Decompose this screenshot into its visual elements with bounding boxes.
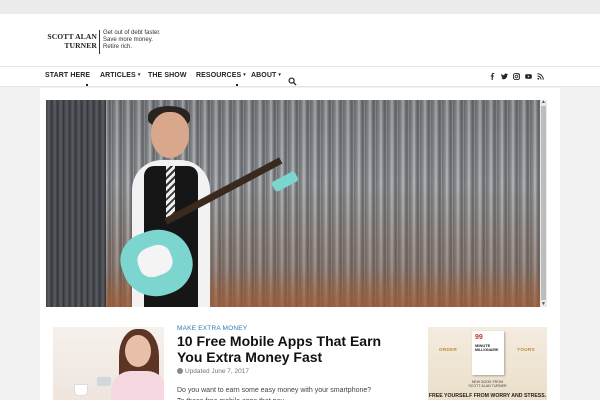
person-tie (166, 166, 175, 218)
book-number: 99 (475, 334, 483, 341)
submenu-indicator (236, 84, 238, 86)
ad-new-book-text: NEW BOOK FROM SCOTT ALAN TURNER (428, 380, 547, 388)
book-ad-banner[interactable]: ORDER YOURS 99 MINUTE MILLIONAIRE NEW BO… (428, 327, 547, 400)
post-title-link[interactable]: 10 Free Mobile Apps That Earn You Extra … (177, 333, 402, 365)
ad-yours-label: YOURS (517, 347, 535, 352)
facebook-icon[interactable] (488, 72, 496, 80)
scrollbar-thumb[interactable] (541, 106, 546, 300)
thumb-body (111, 371, 164, 400)
top-strip (0, 0, 600, 14)
scroll-up-icon[interactable]: ▲ (541, 100, 546, 105)
site-logo[interactable]: SCOTT ALAN TURNER Get out of debt faster… (41, 30, 161, 56)
logo-divider (99, 30, 100, 54)
nav-item-label: THE SHOW (148, 72, 187, 79)
ad-headline: FREE YOURSELF FROM WORRY AND STRESS. (428, 393, 547, 399)
post-category-link[interactable]: MAKE EXTRA MONEY (177, 325, 247, 332)
post-date: June 7, 2017 (211, 368, 249, 375)
nav-item-the-show[interactable]: THE SHOW (148, 72, 187, 79)
search-icon[interactable] (288, 73, 297, 86)
scroll-down-icon[interactable]: ▼ (541, 302, 546, 307)
instagram-icon[interactable] (512, 72, 520, 80)
nav-item-label: RESOURCES (196, 72, 242, 79)
person-head (151, 112, 189, 158)
caret-down-icon: ▼ (136, 72, 142, 77)
book-cover: 99 MINUTE MILLIONAIRE (472, 331, 504, 375)
main-nav: START HERE ARTICLES▼ THE SHOW RESOURCES▼… (0, 66, 600, 87)
nav-item-label: ARTICLES (100, 72, 136, 79)
nav-item-about[interactable]: ABOUT▼ (251, 72, 282, 79)
post-meta: Updated June 7, 2017 (177, 368, 249, 375)
youtube-icon[interactable] (524, 72, 532, 80)
thumb-cup (75, 385, 87, 395)
post-meta-label: Updated (185, 368, 210, 375)
clock-icon (177, 368, 183, 374)
nav-item-label: ABOUT (251, 72, 277, 79)
nav-item-label: START HERE (45, 72, 91, 79)
tagline-line3: Retire rich. (103, 44, 133, 51)
post-thumbnail[interactable] (53, 327, 164, 400)
site-header: SCOTT ALAN TURNER Get out of debt faster… (0, 14, 600, 66)
logo-tagline: Get out of debt faster. Save more money.… (103, 30, 173, 52)
content-area: ▲ ▼ MAKE EXTRA MONEY 10 Free Mobile Apps… (40, 88, 560, 400)
ad-order-label: ORDER (439, 347, 458, 352)
hero-shed-shadow (46, 100, 106, 307)
post-excerpt: Do you want to earn some easy money with… (177, 387, 372, 400)
guitar-headstock (270, 170, 300, 193)
logo-name-line2: TURNER (64, 41, 97, 50)
book-word-millionaire: MILLIONAIRE (475, 348, 499, 352)
caret-down-icon: ▼ (242, 72, 247, 77)
logo-name: SCOTT ALAN TURNER (41, 32, 97, 50)
hero-image[interactable]: ▲ ▼ (46, 100, 547, 307)
submenu-indicator (86, 84, 88, 86)
tagline-line2: Save more money. (103, 37, 153, 44)
tagline-line1: Get out of debt faster. (103, 30, 161, 36)
caret-down-icon: ▼ (277, 72, 282, 77)
hero-scrollbar[interactable]: ▲ ▼ (540, 100, 547, 307)
rss-icon[interactable] (536, 72, 544, 80)
nav-item-start-here[interactable]: START HERE (45, 72, 90, 79)
ad-new-book-line2: SCOTT ALAN TURNER (468, 384, 507, 389)
thumb-face (125, 335, 151, 367)
nav-item-articles[interactable]: ARTICLES▼ (100, 72, 141, 79)
logo-name-line1: SCOTT ALAN (47, 32, 97, 41)
twitter-icon[interactable] (500, 72, 508, 80)
nav-item-resources[interactable]: RESOURCES▼ (196, 72, 247, 79)
thumb-phone (97, 377, 111, 386)
